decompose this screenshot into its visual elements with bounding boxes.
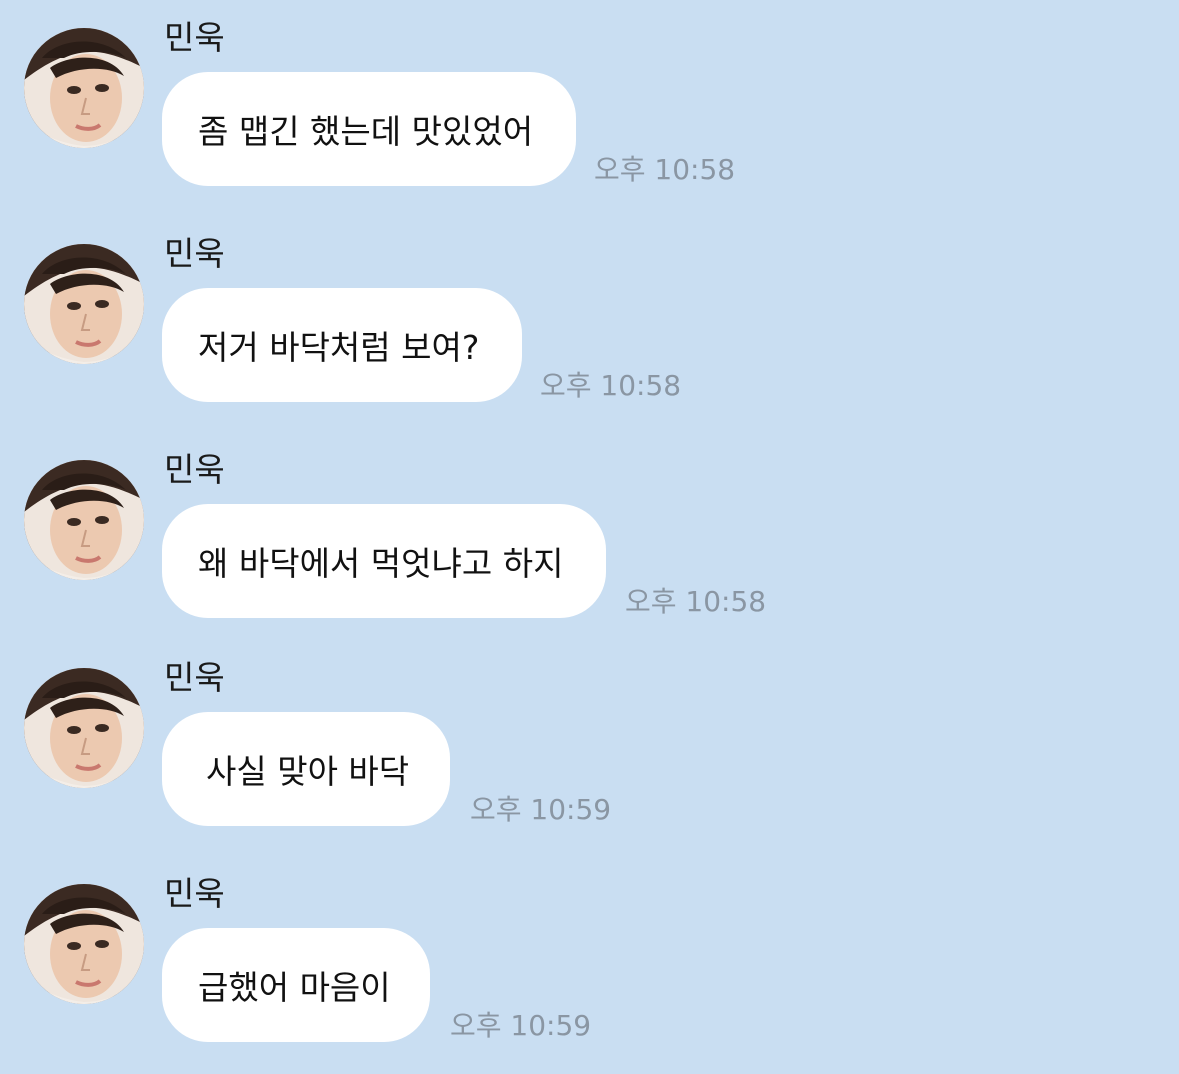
- message-row: 민욱 저거 바닥처럼 보여? 오후 10:58: [0, 216, 1179, 406]
- message-text: 급했어 마음이: [198, 968, 391, 1007]
- message-bubble[interactable]: 왜 바닥에서 먹엇냐고 하지: [162, 504, 606, 618]
- message-text: 사실 맞아 바닥: [206, 752, 410, 791]
- message-timestamp: 오후 10:58: [594, 153, 736, 186]
- message-text: 좀 맵긴 했는데 맛있었어: [198, 112, 534, 151]
- message-timestamp: 오후 10:58: [540, 369, 682, 402]
- message-text: 저거 바닥처럼 보여?: [198, 328, 480, 367]
- message-bubble[interactable]: 저거 바닥처럼 보여?: [162, 288, 522, 402]
- sender-name: 민욱: [164, 874, 225, 913]
- message-bubble[interactable]: 사실 맞아 바닥: [162, 712, 450, 826]
- avatar-photo-icon: [24, 460, 144, 580]
- message-timestamp: 오후 10:58: [625, 585, 767, 618]
- sender-name: 민욱: [164, 658, 225, 697]
- profile-avatar[interactable]: [24, 28, 144, 148]
- sender-name: 민욱: [164, 234, 225, 273]
- avatar-photo-icon: [24, 668, 144, 788]
- message-row: 민욱 사실 맞아 바닥 오후 10:59: [0, 640, 1179, 830]
- message-row: 민욱 좀 맵긴 했는데 맛있었어 오후 10:58: [0, 0, 1179, 190]
- sender-name: 민욱: [164, 450, 225, 489]
- message-row: 민욱 급했어 마음이 오후 10:59: [0, 856, 1179, 1046]
- avatar-photo-icon: [24, 884, 144, 1004]
- avatar-photo-icon: [24, 28, 144, 148]
- message-text: 왜 바닥에서 먹엇냐고 하지: [198, 544, 564, 583]
- message-row: 민욱 왜 바닥에서 먹엇냐고 하지 오후 10:58: [0, 432, 1179, 622]
- message-timestamp: 오후 10:59: [470, 793, 612, 826]
- message-bubble[interactable]: 급했어 마음이: [162, 928, 430, 1042]
- message-timestamp: 오후 10:59: [450, 1009, 592, 1042]
- sender-name: 민욱: [164, 18, 225, 57]
- avatar-photo-icon: [24, 244, 144, 364]
- profile-avatar[interactable]: [24, 884, 144, 1004]
- profile-avatar[interactable]: [24, 668, 144, 788]
- profile-avatar[interactable]: [24, 244, 144, 364]
- profile-avatar[interactable]: [24, 460, 144, 580]
- message-bubble[interactable]: 좀 맵긴 했는데 맛있었어: [162, 72, 576, 186]
